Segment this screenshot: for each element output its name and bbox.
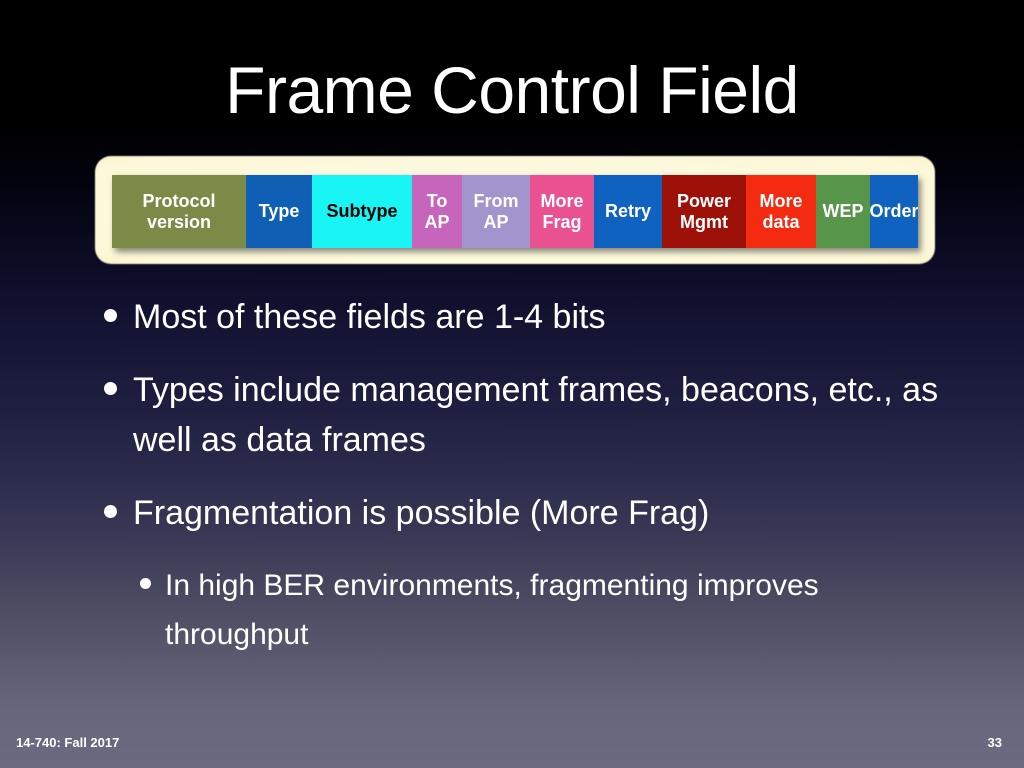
bullet-dot-icon bbox=[104, 382, 117, 395]
bullet-list: Most of these fields are 1-4 bits Types i… bbox=[104, 292, 944, 659]
frame-control-field-strip: Protocol version Type Subtype To AP From AP M… bbox=[112, 175, 918, 248]
frame-control-field-cell: More data bbox=[746, 175, 816, 248]
slide-canvas: Frame Control Field Protocol version Type… bbox=[0, 0, 1024, 768]
bullet-item: Fragmentation is possible (More Frag) bbox=[104, 488, 944, 538]
bullet-dot-icon bbox=[140, 578, 151, 589]
bullet-dot-icon bbox=[104, 309, 117, 322]
bullet-dot-icon bbox=[104, 505, 117, 518]
frame-control-field-cell: Retry bbox=[594, 175, 662, 248]
frame-control-field-cell: WEP bbox=[816, 175, 870, 248]
bullet-item: In high BER environments, fragmenting im… bbox=[140, 561, 944, 659]
bullet-item: Types include management frames, beacons… bbox=[104, 365, 944, 465]
footer-course-label: 14-740: Fall 2017 bbox=[16, 735, 120, 750]
frame-control-field-cell: Type bbox=[246, 175, 312, 248]
bullet-text: Types include management frames, beacons… bbox=[133, 371, 939, 459]
bullet-item: Most of these fields are 1-4 bits bbox=[104, 292, 944, 342]
bullet-text: Most of these fields are 1-4 bits bbox=[133, 298, 606, 336]
page-title: Frame Control Field bbox=[225, 53, 799, 127]
frame-control-field-cell: Subtype bbox=[312, 175, 412, 248]
frame-control-field-cell: To AP bbox=[412, 175, 462, 248]
frame-control-field-cell: Protocol version bbox=[112, 175, 246, 248]
frame-control-field-cell: More Frag bbox=[530, 175, 594, 248]
frame-control-field-cell: From AP bbox=[462, 175, 530, 248]
bullet-text: Fragmentation is possible (More Frag) bbox=[133, 494, 710, 532]
frame-control-field-cell: Order bbox=[870, 175, 918, 248]
footer-page-number: 33 bbox=[987, 735, 1002, 750]
frame-control-field-diagram: Protocol version Type Subtype To AP From AP M… bbox=[95, 156, 935, 264]
frame-control-field-cell: Power Mgmt bbox=[662, 175, 746, 248]
bullet-text: In high BER environments, fragmenting im… bbox=[165, 569, 819, 651]
